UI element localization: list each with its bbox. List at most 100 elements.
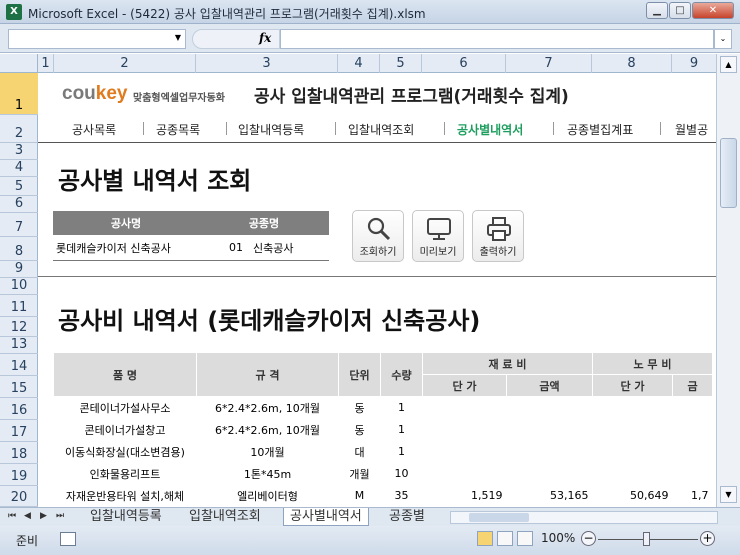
sheet-tab[interactable]: 공종별 [383,508,438,526]
zoom-in-button[interactable]: + [700,531,715,546]
qty-cell[interactable]: 35 [381,485,423,507]
fx-icon[interactable]: fx [259,31,271,45]
nav-item-bid-entry[interactable]: 입찰내역등록 [238,121,304,138]
row-header[interactable]: 13 [0,337,38,354]
labor-unit-price-cell[interactable] [593,441,673,463]
row-header[interactable]: 10 [0,278,38,295]
row-header[interactable]: 6 [0,196,38,213]
row-header[interactable]: 3 [0,143,38,160]
qty-cell[interactable]: 1 [381,419,423,441]
maximize-button[interactable]: □ [669,2,691,19]
close-button[interactable]: ✕ [692,2,734,19]
unit-cell[interactable]: M [339,485,381,507]
item-name-cell[interactable]: 인화물용리프트 [54,463,197,485]
name-box[interactable]: ▼ [8,29,186,49]
qty-cell[interactable]: 1 [381,397,423,419]
spec-cell[interactable]: 10개월 [197,441,339,463]
labor-amount-cell[interactable] [673,419,713,441]
row-header[interactable]: 8 [0,237,38,261]
zoom-slider-handle[interactable] [643,532,650,546]
horizontal-scrollbar[interactable] [450,511,718,524]
row-header[interactable]: 9 [0,261,38,278]
row-header[interactable]: 4 [0,160,38,177]
labor-unit-price-cell[interactable] [593,397,673,419]
item-name-cell[interactable]: 자재운반용타워 설치,해체 [54,485,197,507]
category-code-value[interactable]: 01 [229,235,253,260]
material-amount-cell[interactable] [507,419,593,441]
search-button[interactable]: 조회하기 [352,210,404,262]
nav-item-projects[interactable]: 공사목록 [72,121,116,138]
minimize-button[interactable]: ▁ [646,2,668,19]
last-sheet-icon[interactable]: ⏭ [56,511,64,521]
project-name-value[interactable]: 롯데캐슬카이저 신축공사 [53,235,229,260]
labor-unit-price-cell[interactable]: 50,649 [593,485,673,507]
column-header[interactable]: 1 [38,54,54,73]
excel-icon[interactable]: X [6,4,22,20]
column-header[interactable]: 8 [592,54,672,73]
row-header[interactable]: 7 [0,213,38,237]
nav-item-bid-search[interactable]: 입찰내역조회 [348,121,414,138]
spec-cell[interactable]: 1톤*45m [197,463,339,485]
material-unit-price-cell[interactable]: 1,519 [423,485,507,507]
column-header[interactable]: 7 [506,54,592,73]
labor-amount-cell[interactable]: 1,7 [673,485,713,507]
first-sheet-icon[interactable]: ⏮ [8,511,16,521]
sheet-tab[interactable]: 입찰내역등록 [84,508,168,526]
row-header[interactable]: 18 [0,442,38,464]
spec-cell[interactable]: 엘리베이터형 [197,485,339,507]
row-header[interactable]: 16 [0,398,38,420]
row-header[interactable]: 20 [0,486,38,507]
spec-cell[interactable]: 6*2.4*2.6m, 10개월 [197,419,339,441]
material-amount-cell[interactable] [507,463,593,485]
unit-cell[interactable]: 동 [339,419,381,441]
labor-amount-cell[interactable] [673,463,713,485]
column-header[interactable]: 6 [422,54,506,73]
unit-cell[interactable]: 대 [339,441,381,463]
item-name-cell[interactable]: 콘테이너가설사무소 [54,397,197,419]
item-name-cell[interactable]: 콘테이너가설창고 [54,419,197,441]
qty-cell[interactable]: 10 [381,463,423,485]
normal-view-button[interactable] [477,531,493,546]
row-header[interactable]: 5 [0,177,38,196]
category-name-value[interactable]: 신축공사 [253,235,329,260]
row-header[interactable]: 11 [0,295,38,317]
zoom-level[interactable]: 100% [541,531,575,545]
column-header[interactable]: 4 [338,54,380,73]
nav-item-monthly[interactable]: 월별공 [675,121,708,138]
scroll-down-button[interactable]: ▼ [720,486,737,503]
column-header[interactable]: 3 [196,54,338,73]
row-header[interactable]: 17 [0,420,38,442]
expand-formula-button[interactable]: ⌄ [714,29,732,49]
nav-item-project-statement[interactable]: 공사별내역서 [457,121,523,138]
chevron-down-icon[interactable]: ▼ [175,33,181,42]
formula-input[interactable] [280,29,714,49]
material-unit-price-cell[interactable] [423,397,507,419]
spec-cell[interactable]: 6*2.4*2.6m, 10개월 [197,397,339,419]
unit-cell[interactable]: 개월 [339,463,381,485]
row-header[interactable]: 2 [0,115,38,143]
column-header[interactable]: 9 [672,54,716,73]
next-sheet-icon[interactable]: ▶ [40,511,47,521]
page-layout-view-button[interactable] [497,531,513,546]
material-unit-price-cell[interactable] [423,441,507,463]
material-amount-cell[interactable] [507,441,593,463]
nav-item-category-summary[interactable]: 공종별집계표 [567,121,633,138]
column-header[interactable]: 5 [380,54,422,73]
row-header[interactable]: 1 [0,73,38,115]
labor-amount-cell[interactable] [673,397,713,419]
macro-record-icon[interactable] [60,532,76,546]
material-unit-price-cell[interactable] [423,419,507,441]
sheet-tab-active[interactable]: 공사별내역서 [283,508,369,526]
qty-cell[interactable]: 1 [381,441,423,463]
preview-button[interactable]: 미리보기 [412,210,464,262]
vertical-scrollbar[interactable]: ▲ ▼ [716,54,740,507]
scroll-thumb[interactable] [720,138,737,208]
zoom-out-button[interactable]: − [581,531,596,546]
row-header[interactable]: 19 [0,464,38,486]
horizontal-scroll-thumb[interactable] [469,513,529,522]
page-break-view-button[interactable] [517,531,533,546]
scroll-up-button[interactable]: ▲ [720,56,737,73]
prev-sheet-icon[interactable]: ◀ [24,511,31,521]
sheet-tab[interactable]: 입찰내역조회 [183,508,267,526]
labor-unit-price-cell[interactable] [593,463,673,485]
